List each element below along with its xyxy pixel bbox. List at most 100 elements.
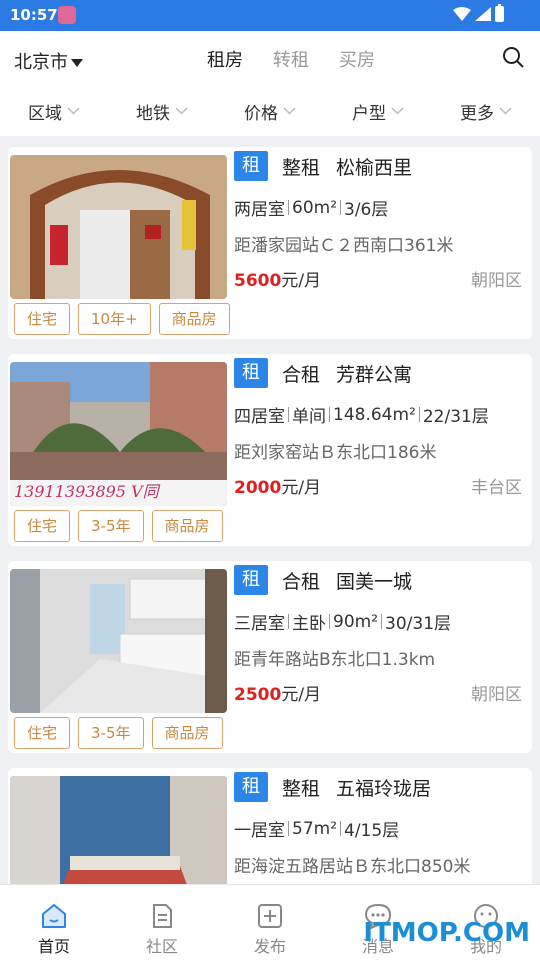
divider — [288, 407, 289, 422]
divider — [288, 614, 289, 629]
divider — [381, 614, 383, 629]
listing-card[interactable]: 租 合租 国美一城 三居室 主卧 90m² 30/31层 距青年路站B东北口1.… — [8, 561, 532, 753]
spec-area: 57m² — [292, 818, 338, 839]
filter-label: 区域 — [28, 103, 62, 124]
filter-label: 更多 — [460, 103, 494, 124]
nav-label: 首页 — [37, 937, 70, 956]
price-value: 2500 — [234, 685, 282, 705]
listing-title: 租 整租 五福玲珑居 — [234, 772, 431, 802]
tag: 住宅 — [14, 510, 71, 542]
rent-type: 合租 — [282, 570, 321, 593]
price-value: 2000 — [234, 478, 282, 498]
listing-list[interactable]: 租 整租 松榆西里 两居室 60m² 3/6层 距潘家园站Ｃ２西南口361米 5… — [0, 137, 540, 884]
community-name: 国美一城 — [336, 570, 413, 593]
divider — [418, 407, 420, 422]
listing-card[interactable]: 租 整租 松榆西里 两居室 60m² 3/6层 距潘家园站Ｃ２西南口361米 5… — [8, 147, 532, 339]
divider — [340, 821, 342, 836]
wifi-icon — [453, 7, 471, 21]
tag: 住宅 — [14, 303, 71, 335]
district-label: 朝阳区 — [471, 271, 522, 291]
rent-badge: 租 — [234, 772, 268, 802]
district-label: 朝阳区 — [471, 685, 522, 705]
tag: 3-5年 — [78, 717, 144, 749]
signal-icon — [475, 7, 491, 21]
rent-badge: 租 — [234, 358, 268, 388]
price-unit: 元/月 — [281, 478, 322, 498]
city-label: 北京市 — [14, 52, 68, 73]
nav-home[interactable]: 首页 — [0, 885, 108, 960]
filter-price[interactable]: 价格 — [244, 99, 296, 124]
filter-more[interactable]: 更多 — [460, 99, 512, 124]
rent-type: 整租 — [282, 777, 321, 800]
chevron-down-icon — [67, 107, 80, 115]
city-selector[interactable]: 北京市 — [14, 48, 83, 74]
filter-area[interactable]: 区域 — [28, 99, 80, 124]
subway-distance: 距潘家园站Ｃ２西南口361米 — [234, 236, 454, 256]
community-icon — [153, 904, 172, 928]
rent-type: 合租 — [282, 363, 321, 386]
spec-rooms: 四居室 — [234, 407, 285, 427]
listing-photo[interactable] — [10, 776, 227, 884]
community-name: 松榆西里 — [336, 156, 413, 179]
filter-label: 户型 — [352, 103, 386, 124]
listing-specs: 一居室 57m² 4/15层 — [234, 816, 400, 842]
chevron-down-icon — [499, 107, 512, 115]
rent-badge: 租 — [234, 151, 268, 181]
divider — [329, 407, 330, 422]
listing-price: 5600元/月 — [234, 266, 321, 291]
filter-layout[interactable]: 户型 — [352, 99, 404, 124]
listing-title: 租 整租 松榆西里 — [234, 151, 412, 181]
spec-area: 148.64m² — [333, 404, 416, 425]
chevron-down-icon — [283, 107, 296, 115]
listing-specs: 两居室 60m² 3/6层 — [234, 195, 388, 221]
divider — [329, 614, 330, 629]
tab-sublet[interactable]: 转租 — [273, 46, 309, 72]
chevron-down-icon — [175, 107, 188, 115]
district-label: 丰台区 — [471, 478, 522, 498]
filter-bar: 区域 地铁 价格 户型 更多 — [0, 86, 540, 136]
filter-subway[interactable]: 地铁 — [136, 99, 188, 124]
listing-photo[interactable] — [10, 569, 227, 713]
chevron-down-icon — [391, 107, 404, 115]
caret-down-icon — [71, 59, 83, 67]
subway-distance: 距海淀五路居站Ｂ东北口850米 — [234, 857, 471, 877]
status-time: 10:57 — [10, 6, 58, 24]
tab-rent[interactable]: 租房 — [207, 46, 243, 72]
spec-room-type: 单间 — [292, 407, 326, 427]
site-watermark: ITMOP.COM — [363, 918, 530, 948]
listing-specs: 三居室 主卧 90m² 30/31层 — [234, 609, 451, 635]
top-header: 北京市 租房 转租 买房 — [0, 31, 540, 86]
search-icon[interactable] — [502, 46, 524, 68]
spec-area: 90m² — [333, 611, 379, 632]
spec-floor: 4/15层 — [344, 821, 400, 841]
rent-badge: 租 — [234, 565, 268, 595]
divider — [340, 200, 342, 215]
tag-list: 住宅 3-5年 商品房 — [14, 510, 223, 542]
price-unit: 元/月 — [281, 271, 322, 291]
filter-label: 价格 — [244, 103, 278, 124]
spec-room-type: 主卧 — [292, 614, 326, 634]
photo-overlay-text: 13911393895 V同 — [14, 482, 159, 501]
community-name: 芳群公寓 — [336, 363, 413, 386]
tag-list: 住宅 3-5年 商品房 — [14, 717, 223, 749]
listing-card[interactable]: 13911393895 V同 租 合租 芳群公寓 四居室 单间 148.64m²… — [8, 354, 532, 546]
nav-publish[interactable]: 发布 — [216, 885, 324, 960]
nav-community[interactable]: 社区 — [108, 885, 216, 960]
listing-price: 2000元/月 — [234, 473, 321, 498]
tab-buy[interactable]: 买房 — [339, 46, 375, 72]
spec-rooms: 两居室 — [234, 200, 285, 220]
listing-card[interactable]: 租 整租 五福玲珑居 一居室 57m² 4/15层 距海淀五路居站Ｂ东北口850… — [8, 768, 532, 884]
notification-app-icon — [58, 6, 76, 24]
spec-rooms: 一居室 — [234, 821, 285, 841]
kitchen-photo-image — [10, 569, 227, 713]
nav-label: 发布 — [253, 937, 286, 956]
listing-title: 租 合租 国美一城 — [234, 565, 412, 595]
filter-label: 地铁 — [136, 103, 170, 124]
subway-distance: 距刘家窑站Ｂ东北口186米 — [234, 443, 437, 463]
tag-list: 住宅 10年+ 商品房 — [14, 303, 230, 335]
listing-photo[interactable] — [10, 155, 227, 299]
listing-photo[interactable]: 13911393895 V同 — [10, 362, 227, 506]
spec-floor: 22/31层 — [422, 407, 489, 427]
rent-type: 整租 — [282, 156, 321, 179]
divider — [288, 821, 289, 836]
